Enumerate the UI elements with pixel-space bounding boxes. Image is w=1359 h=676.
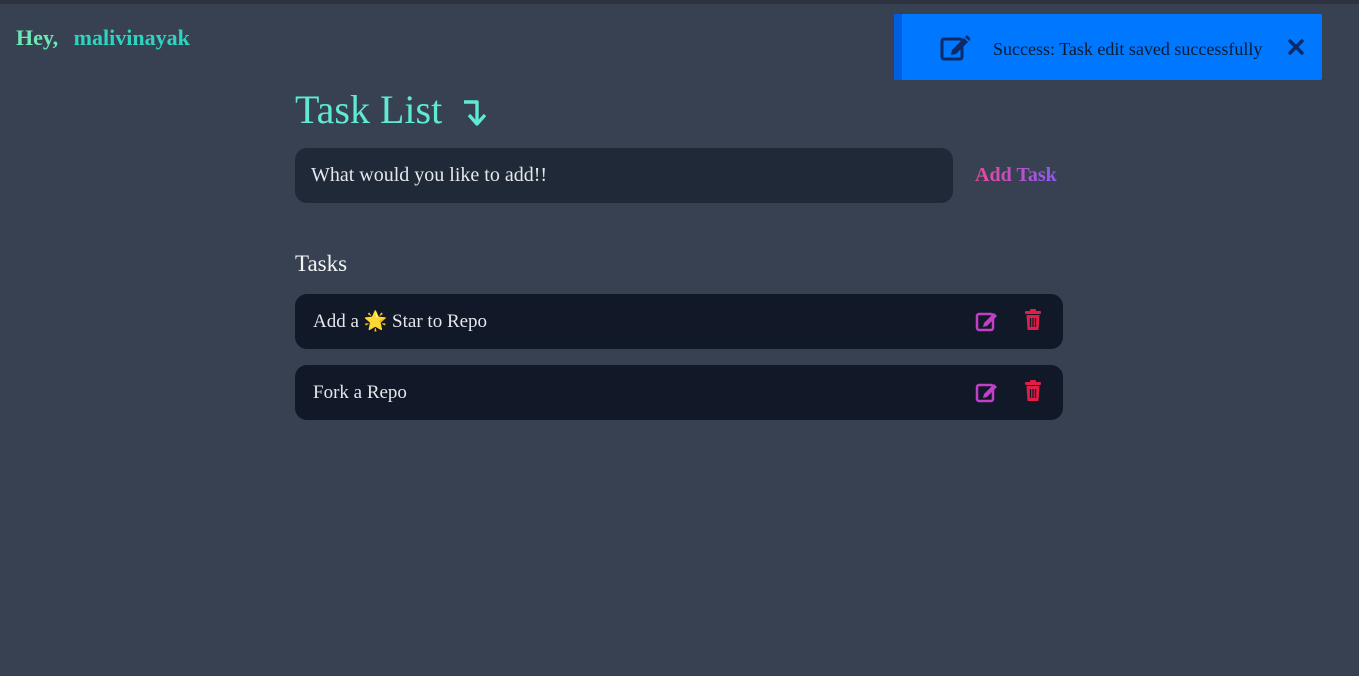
task-item: Fork a Repo bbox=[295, 365, 1063, 420]
edit-icon[interactable] bbox=[975, 380, 999, 404]
add-task-row: Add Task bbox=[295, 148, 1063, 203]
arrow-down-icon bbox=[464, 100, 487, 126]
close-icon[interactable] bbox=[1286, 37, 1306, 57]
greeting-hey: Hey, bbox=[16, 25, 59, 50]
trash-icon[interactable] bbox=[1024, 380, 1042, 402]
trash-icon[interactable] bbox=[1024, 309, 1042, 331]
edit-icon[interactable] bbox=[975, 309, 999, 333]
top-strip bbox=[0, 0, 1359, 4]
task-item: Add a 🌟 Star to Repo bbox=[295, 294, 1063, 349]
greeting: Hey, malivinayak bbox=[16, 24, 190, 52]
success-toast: Success: Task edit saved successfully bbox=[894, 14, 1322, 80]
add-task-button[interactable]: Add Task bbox=[975, 162, 1057, 188]
task-text: Fork a Repo bbox=[313, 382, 407, 403]
tasks-heading: Tasks bbox=[295, 251, 348, 276]
main-content: Task List Add Task Tasks Add a 🌟 Star to… bbox=[295, 86, 1063, 420]
edit-icon bbox=[940, 35, 970, 61]
task-list: Add a 🌟 Star to Repo Fork a Repo bbox=[295, 294, 1063, 436]
username: malivinayak bbox=[73, 25, 190, 50]
toast-accent-bar bbox=[894, 14, 902, 80]
title-row: Task List bbox=[295, 86, 1063, 134]
page-title: Task List bbox=[295, 87, 443, 132]
toast-message: Success: Task edit saved successfully bbox=[993, 39, 1263, 59]
task-text: Add a 🌟 Star to Repo bbox=[313, 311, 488, 332]
task-input[interactable] bbox=[295, 148, 953, 203]
